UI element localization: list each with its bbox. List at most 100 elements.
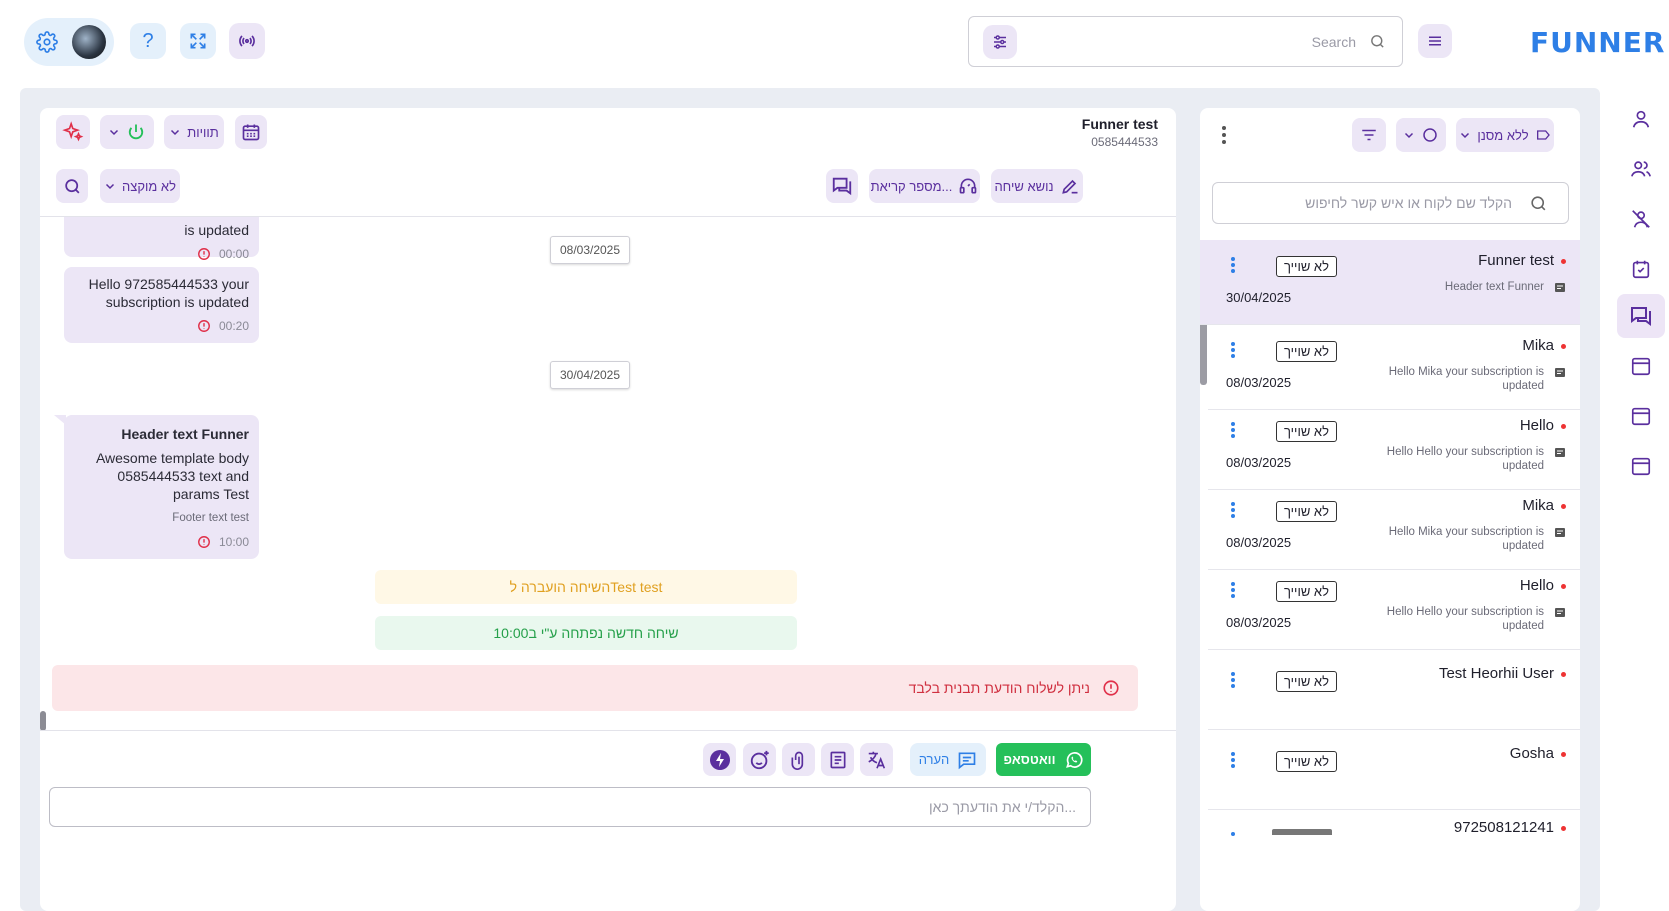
- nav-chats[interactable]: [1617, 294, 1665, 338]
- nav-calendar-1[interactable]: [1617, 344, 1665, 388]
- nav-blocked[interactable]: [1617, 197, 1665, 241]
- avatar[interactable]: [72, 25, 106, 59]
- settings-avatar-pill[interactable]: [24, 18, 114, 66]
- global-search[interactable]: Search: [968, 16, 1403, 67]
- search-filter-button[interactable]: [983, 25, 1017, 59]
- contact-name: Mika: [1522, 497, 1554, 514]
- emoji-plus-icon: [749, 749, 771, 771]
- more-vertical-icon[interactable]: [1230, 831, 1236, 849]
- templates-button[interactable]: [821, 743, 854, 776]
- contact-name: Funner test: [1478, 252, 1554, 269]
- document-icon: [828, 750, 848, 770]
- chat-scrollbar[interactable]: [40, 711, 46, 731]
- assignee-dropdown[interactable]: לא מוקצה: [100, 169, 180, 203]
- emoji-button[interactable]: [743, 743, 776, 776]
- label-filter-text: ללא מסנן: [1477, 127, 1529, 143]
- conversation-item[interactable]: לא שוייך Hello Hello Hello your subscrip…: [1208, 405, 1580, 490]
- date-separator: 08/03/2025: [550, 236, 630, 264]
- message-meta: 00:00: [74, 245, 249, 263]
- window-icon: [1630, 355, 1652, 377]
- last-message-preview: Hello Mika your subscription is updated: [1388, 526, 1544, 552]
- sparkles-icon: [62, 121, 84, 143]
- status-dropdown[interactable]: [1396, 118, 1446, 152]
- more-vertical-icon[interactable]: [1230, 341, 1236, 359]
- more-vertical-icon[interactable]: [1230, 671, 1236, 689]
- circle-icon: [1421, 126, 1439, 144]
- expand-icon: [188, 31, 208, 51]
- automation-button[interactable]: [703, 743, 736, 776]
- chevron-down-icon: [108, 126, 120, 138]
- translate-button[interactable]: [860, 743, 893, 776]
- nav-contacts[interactable]: [1617, 147, 1665, 191]
- chevron-down-icon: [169, 126, 181, 138]
- contact-name: Gosha: [1509, 745, 1554, 762]
- error-icon: [1102, 679, 1120, 697]
- message-icon: [1554, 527, 1566, 539]
- conversation-item[interactable]: 972508121241: [1208, 805, 1580, 890]
- conversation-date: 08/03/2025: [1226, 535, 1292, 550]
- assignment-tag: לא שוייך: [1276, 751, 1337, 772]
- topic-button[interactable]: נושא שיחה: [991, 169, 1083, 203]
- date-separator: 30/04/2025: [550, 361, 630, 389]
- gear-icon[interactable]: [36, 31, 58, 53]
- search-icon: [1529, 194, 1548, 213]
- filter-lines-icon: [1360, 126, 1378, 144]
- tag-icon: [1535, 127, 1551, 143]
- conversation-list-panel: ללא מסנן הקלד שם לקוח או איש קשר לחיפוש …: [1200, 108, 1580, 911]
- more-vertical-icon[interactable]: [1220, 124, 1228, 146]
- whatsapp-tab[interactable]: וואטסאפ: [996, 743, 1091, 776]
- contact-name: Hello: [1519, 417, 1554, 434]
- divider: [40, 730, 1176, 731]
- labels-dropdown[interactable]: תוויות: [164, 115, 224, 149]
- message-bubble: Hello 972585444533 your subscription is …: [64, 267, 259, 343]
- broadcast-icon: [237, 31, 257, 51]
- conversation-item[interactable]: לא שוייך Mika Hello Mika your subscripti…: [1208, 485, 1580, 570]
- unread-dot: [1561, 344, 1566, 349]
- conversation-item[interactable]: לא שוייך Hello Hello Hello your subscrip…: [1208, 565, 1580, 650]
- calendar-button[interactable]: [235, 115, 267, 149]
- bubble-tail: [54, 415, 66, 425]
- broadcast-button[interactable]: [229, 23, 265, 59]
- conversation-item[interactable]: לא שוייך Test Heorhii User: [1208, 645, 1580, 730]
- more-vertical-icon[interactable]: [1230, 501, 1236, 519]
- more-vertical-icon[interactable]: [1230, 256, 1236, 274]
- conversation-item[interactable]: לא שוייך Gosha: [1208, 725, 1580, 810]
- unread-dot: [1561, 259, 1566, 264]
- ai-assist-button[interactable]: [56, 115, 90, 149]
- fullscreen-button[interactable]: [180, 23, 216, 59]
- conversations-button[interactable]: [826, 169, 858, 203]
- more-vertical-icon[interactable]: [1230, 751, 1236, 769]
- message-icon: [1554, 447, 1566, 459]
- message-icon: [1554, 607, 1566, 619]
- nav-calendar-3[interactable]: [1617, 444, 1665, 488]
- conversation-item[interactable]: לא שוייך Mika Hello Mika your subscripti…: [1208, 325, 1580, 410]
- last-message-preview: Hello Hello your subscription is updated: [1386, 446, 1544, 472]
- conversation-item[interactable]: לא שוייך Funner test Header text Funner …: [1200, 240, 1580, 325]
- assignment-tag: לא שוייך: [1276, 671, 1337, 692]
- note-tab[interactable]: הערה: [910, 743, 986, 776]
- assignment-tag: לא שוייך: [1276, 256, 1337, 277]
- message-bubble: is updated 00:00: [64, 217, 259, 261]
- message-input[interactable]: הקלד/י את הודעתך כאן...: [49, 787, 1091, 827]
- chat-search-button[interactable]: [56, 169, 88, 203]
- message-time: 10:00: [218, 535, 249, 549]
- more-vertical-icon[interactable]: [1230, 581, 1236, 599]
- unread-dot: [1561, 424, 1566, 429]
- more-vertical-icon[interactable]: [1230, 421, 1236, 439]
- menu-button[interactable]: [1418, 24, 1452, 58]
- attach-button[interactable]: [782, 743, 815, 776]
- label-filter-dropdown[interactable]: ללא מסנן: [1456, 118, 1554, 152]
- power-dropdown[interactable]: [100, 115, 154, 149]
- help-button[interactable]: ?: [130, 23, 166, 59]
- conversation-search-input[interactable]: הקלד שם לקוח או איש קשר לחיפוש: [1212, 182, 1569, 224]
- conversation-date: 08/03/2025: [1226, 455, 1292, 470]
- nav-tasks[interactable]: [1617, 247, 1665, 291]
- ticket-number-button[interactable]: מספר קריאת...: [869, 169, 980, 203]
- nav-calendar-2[interactable]: [1617, 394, 1665, 438]
- nav-profile[interactable]: [1617, 97, 1665, 141]
- filter-button[interactable]: [1352, 118, 1386, 152]
- chevron-down-icon: [1459, 129, 1471, 141]
- template-header: Header text Funner: [121, 426, 249, 442]
- contact-name: Mika: [1522, 337, 1554, 354]
- message-text: Hello 972585444533 your subscription is …: [88, 276, 249, 310]
